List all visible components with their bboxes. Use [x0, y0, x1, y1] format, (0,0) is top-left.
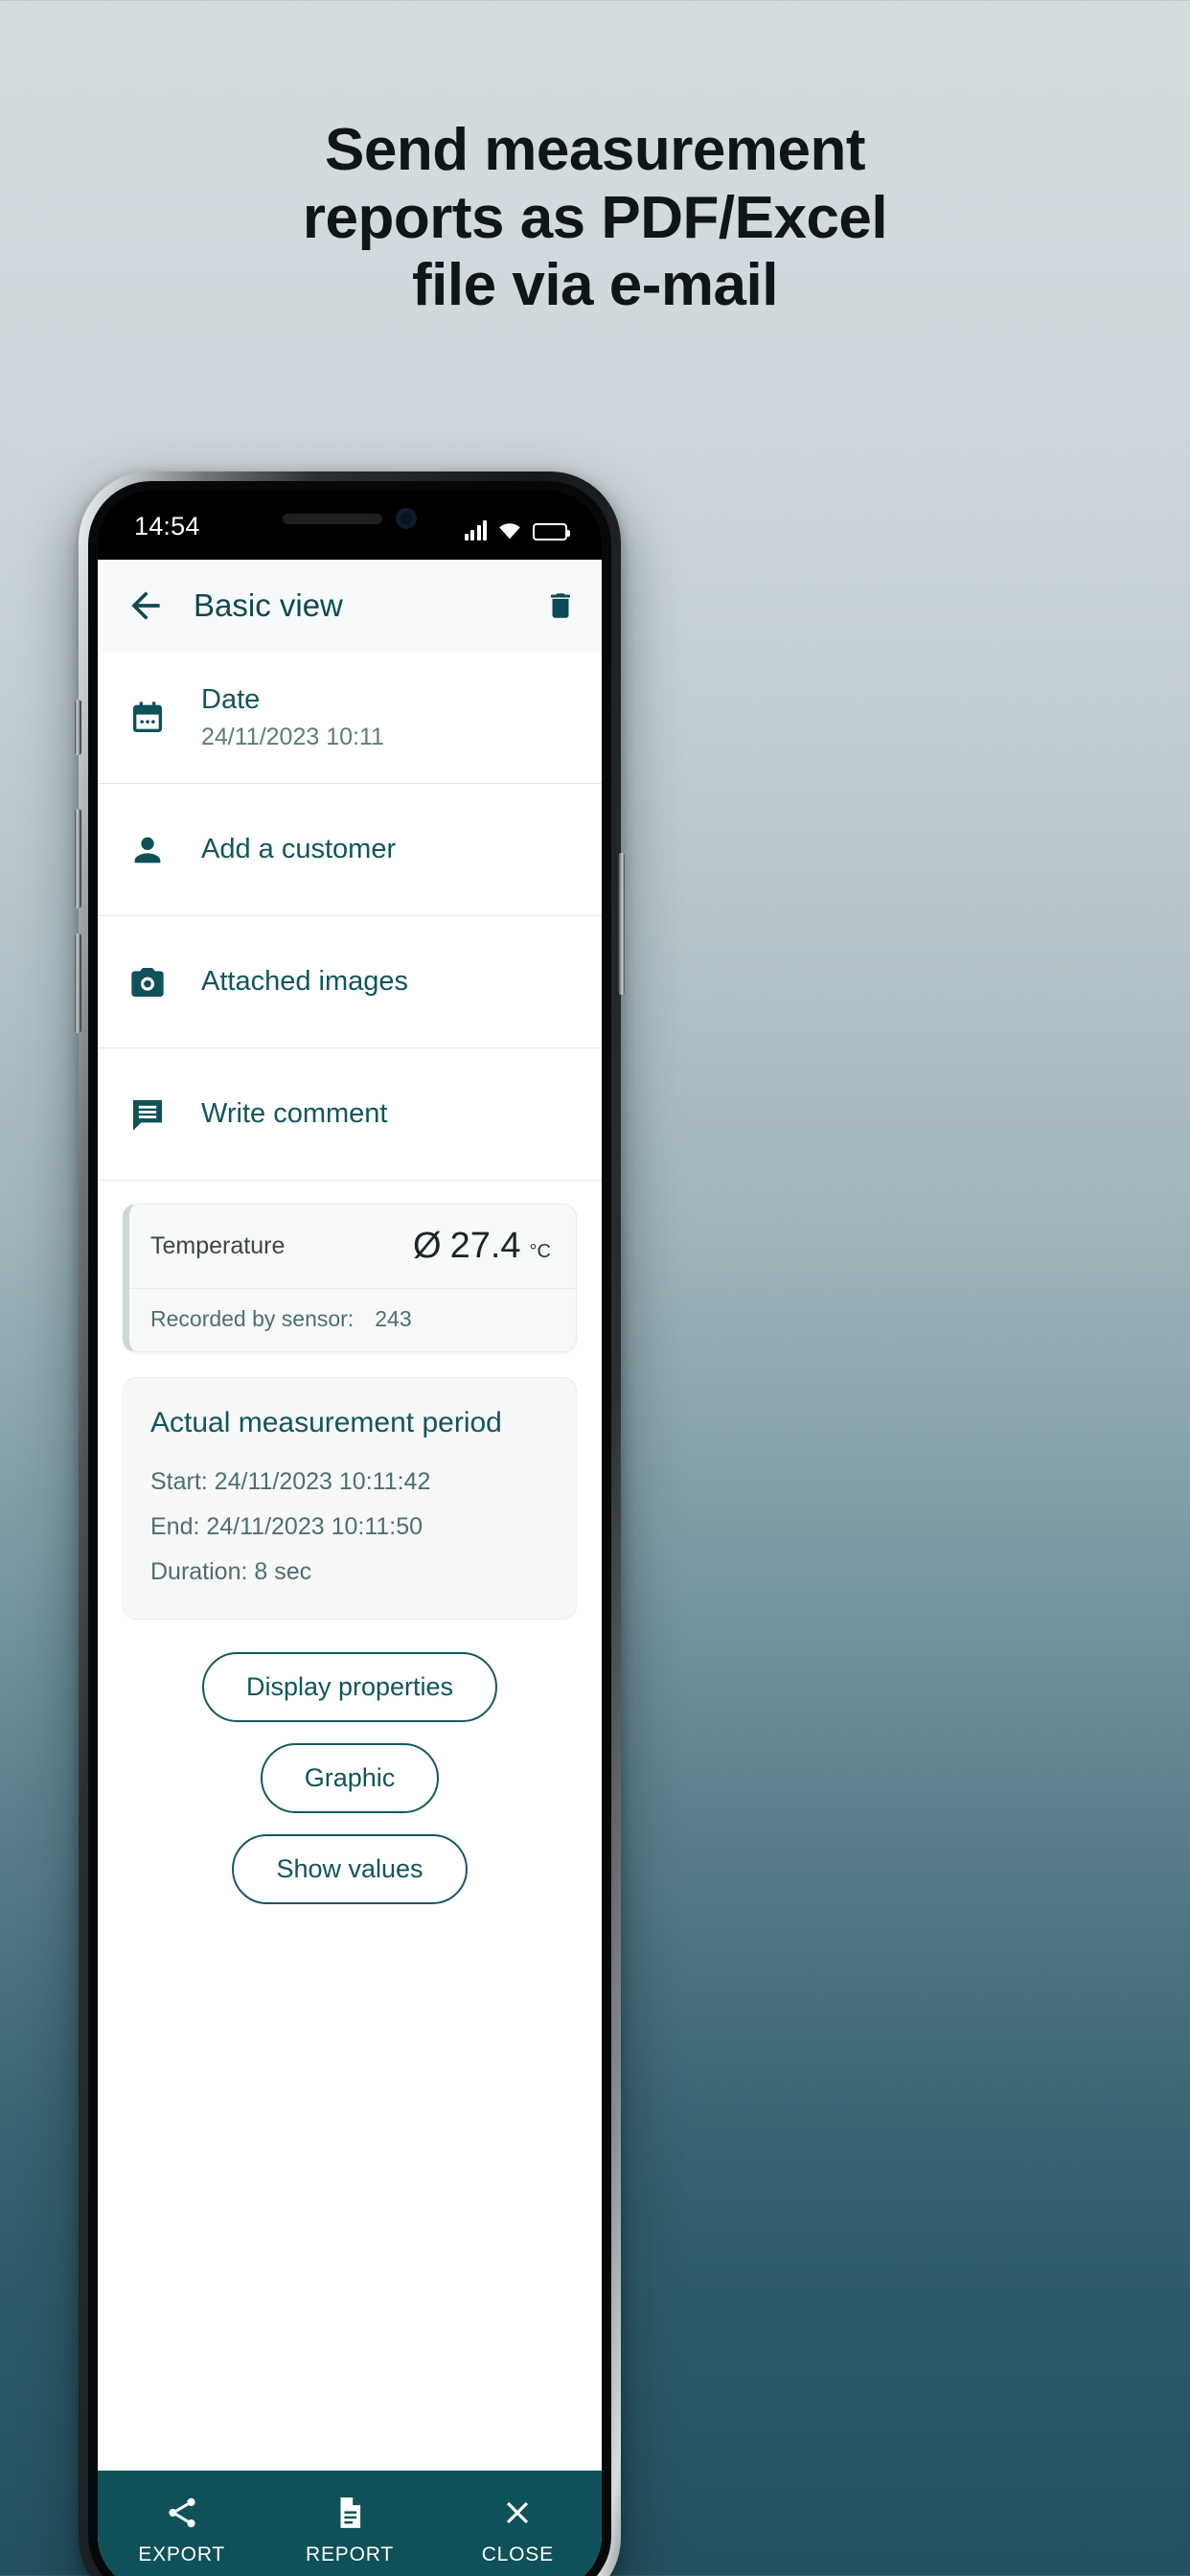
- headline-line-1: Send measurement: [325, 117, 866, 183]
- temperature-value: 27.4: [449, 1226, 521, 1266]
- list-item-title: Write comment: [201, 1098, 388, 1130]
- close-icon: [498, 2494, 537, 2532]
- bottom-item-label: REPORT: [306, 2543, 394, 2565]
- battery-icon: [533, 523, 570, 540]
- status-time: 14:54: [134, 512, 200, 540]
- bottom-item-label: CLOSE: [481, 2543, 554, 2565]
- earpiece-speaker: [283, 513, 382, 524]
- share-icon: [163, 2494, 201, 2532]
- average-symbol: Ø: [413, 1226, 442, 1266]
- action-button-group: Display properties Graphic Show values: [98, 1652, 602, 1904]
- list-item-text: Add a customer: [201, 833, 396, 865]
- status-icons: [464, 510, 570, 540]
- temperature-summary-row: Temperature Ø 27.4 °C: [129, 1205, 576, 1289]
- list-item-write-comment[interactable]: Write comment: [98, 1048, 602, 1181]
- person-icon: [126, 829, 169, 871]
- calendar-icon: [126, 697, 169, 739]
- list-item-text: Write comment: [201, 1097, 387, 1130]
- temperature-value-group: Ø 27.4 °C: [413, 1226, 551, 1267]
- list-item-title: Attached images: [201, 966, 409, 998]
- comment-icon: [126, 1093, 169, 1136]
- headline-line-2: reports as PDF/Excel: [302, 184, 888, 251]
- phone-screen: 14:54 Basic view Date 24/11/2023 10:11 A…: [98, 491, 602, 2576]
- phone-volume-up-button: [75, 809, 81, 908]
- bottom-navigation-bar: EXPORT REPORT CLOSE: [98, 2471, 602, 2576]
- promo-headline: Send measurement reports as PDF/Excel fi…: [0, 117, 1190, 320]
- sensor-row: Recorded by sensor: 243: [129, 1289, 576, 1351]
- wifi-icon: [497, 521, 522, 540]
- signal-icon: [464, 519, 487, 540]
- measurement-period-card: Actual measurement period Start: 24/11/2…: [123, 1377, 577, 1620]
- trash-icon[interactable]: [544, 586, 577, 625]
- graphic-button[interactable]: Graphic: [260, 1743, 440, 1813]
- back-arrow-icon[interactable]: [125, 585, 167, 627]
- bottom-item-label: EXPORT: [138, 2543, 226, 2565]
- list-item-add-customer[interactable]: Add a customer: [98, 784, 602, 916]
- list-item-text: Date 24/11/2023 10:11: [201, 683, 384, 750]
- phone-mockup: 14:54 Basic view Date 24/11/2023 10:11 A…: [75, 472, 625, 2576]
- headline-line-3: file via e-mail: [412, 252, 778, 319]
- app-bar: Basic view: [98, 560, 602, 652]
- sensor-label: Recorded by sensor:: [150, 1306, 355, 1331]
- page-title: Basic view: [194, 587, 343, 623]
- bottom-item-report[interactable]: REPORT: [265, 2494, 433, 2566]
- phone-volume-down-button: [75, 933, 81, 1033]
- app-content: Basic view Date 24/11/2023 10:11 Add a c…: [98, 560, 602, 2576]
- phone-power-button: [618, 853, 625, 995]
- measurement-duration: Duration: 8 sec: [150, 1558, 312, 1585]
- sensor-value: 243: [375, 1306, 412, 1331]
- display-properties-button[interactable]: Display properties: [201, 1652, 498, 1722]
- list-item-date[interactable]: Date 24/11/2023 10:11: [98, 652, 602, 784]
- status-bar: 14:54: [98, 491, 602, 560]
- temperature-label: Temperature: [150, 1232, 286, 1259]
- list-item-attached-images[interactable]: Attached images: [98, 916, 602, 1048]
- phone-notch: [254, 504, 446, 533]
- camera-icon: [126, 961, 169, 1003]
- phone-mute-switch: [75, 700, 81, 755]
- bottom-item-close[interactable]: CLOSE: [434, 2494, 602, 2566]
- measurement-end: End: 24/11/2023 10:11:50: [150, 1513, 423, 1540]
- front-camera: [396, 508, 417, 529]
- list-item-subtitle: 24/11/2023 10:11: [201, 723, 384, 750]
- list-item-title: Add a customer: [201, 834, 397, 865]
- show-values-button[interactable]: Show values: [232, 1834, 468, 1904]
- temperature-card[interactable]: Temperature Ø 27.4 °C Recorded by sensor…: [123, 1204, 577, 1352]
- document-icon: [331, 2494, 369, 2532]
- temperature-unit: °C: [529, 1241, 551, 1262]
- list-item-text: Attached images: [201, 965, 408, 998]
- measurement-period-title: Actual measurement period: [150, 1407, 502, 1438]
- measurement-start: Start: 24/11/2023 10:11:42: [150, 1468, 431, 1495]
- bottom-item-export[interactable]: EXPORT: [98, 2494, 265, 2566]
- list-item-title: Date: [201, 684, 261, 716]
